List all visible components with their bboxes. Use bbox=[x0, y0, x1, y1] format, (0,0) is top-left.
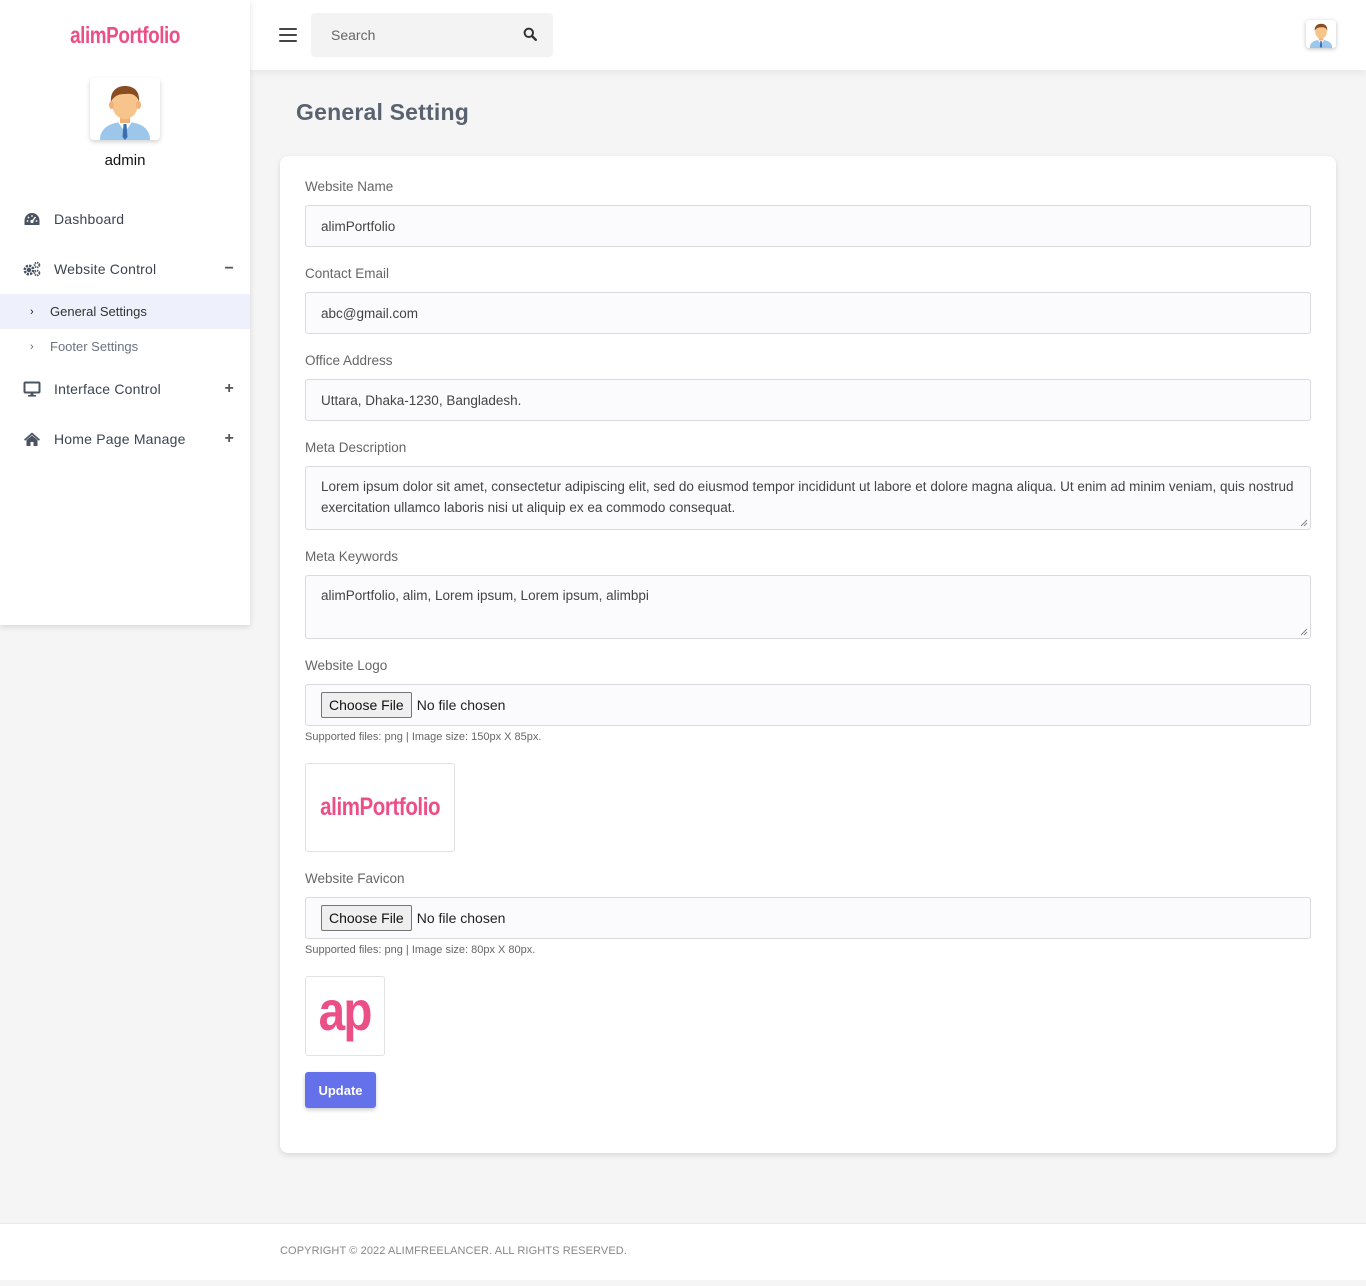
website-name-input[interactable]: alimPortfolio bbox=[305, 205, 1311, 247]
sidebar-item-label: Interface Control bbox=[54, 381, 161, 397]
cogs-icon bbox=[22, 260, 42, 278]
menu-icon[interactable] bbox=[279, 28, 297, 42]
sidebar-item-website-control[interactable]: Website Control − bbox=[0, 244, 250, 294]
resize-handle-icon[interactable] bbox=[1300, 519, 1308, 527]
favicon-file-status: No file chosen bbox=[416, 910, 506, 926]
monitor-icon bbox=[22, 380, 42, 398]
website-logo-file-input[interactable]: Choose File No file chosen bbox=[305, 684, 1311, 726]
update-button[interactable]: Update bbox=[305, 1072, 376, 1108]
meta-keywords-value: alimPortfolio, alim, Lorem ipsum, Lorem … bbox=[321, 588, 649, 603]
sidebar-item-label: Website Control bbox=[54, 261, 157, 277]
website-logo-label: Website Logo bbox=[305, 658, 388, 673]
search-icon[interactable] bbox=[523, 27, 539, 43]
resize-handle-icon[interactable] bbox=[1300, 628, 1308, 636]
home-icon bbox=[22, 430, 42, 448]
website-favicon-label: Website Favicon bbox=[305, 871, 405, 886]
sidebar-item-home-page-manage[interactable]: Home Page Manage + bbox=[0, 414, 250, 464]
sidebar-item-interface-control[interactable]: Interface Control + bbox=[0, 364, 250, 414]
sidebar-item-dashboard[interactable]: Dashboard bbox=[0, 194, 250, 244]
office-address-input[interactable]: Uttara, Dhaka-1230, Bangladesh. bbox=[305, 379, 1311, 421]
user-avatar-icon bbox=[1309, 23, 1333, 48]
meta-description-value: Lorem ipsum dolor sit amet, consectetur … bbox=[321, 479, 1294, 515]
favicon-preview: ap bbox=[305, 976, 385, 1056]
sidebar-subitem-label: Footer Settings bbox=[50, 339, 139, 354]
meta-keywords-label: Meta Keywords bbox=[305, 549, 399, 564]
meta-keywords-textarea[interactable]: alimPortfolio, alim, Lorem ipsum, Lorem … bbox=[305, 575, 1311, 639]
collapse-icon[interactable]: − bbox=[224, 260, 234, 278]
meta-description-textarea[interactable]: Lorem ipsum dolor sit amet, consectetur … bbox=[305, 466, 1311, 530]
dashboard-icon bbox=[22, 210, 42, 228]
page-title: General Setting bbox=[296, 99, 469, 125]
sidebar-item-label: Home Page Manage bbox=[54, 431, 186, 447]
sidebar-profile: admin bbox=[0, 78, 250, 169]
website-name-label: Website Name bbox=[305, 179, 394, 194]
website-favicon-file-input[interactable]: Choose File No file chosen bbox=[305, 897, 1311, 939]
sidebar-subitem-general-settings[interactable]: › General Settings bbox=[0, 294, 250, 329]
office-address-label: Office Address bbox=[305, 353, 393, 368]
footer: COPYRIGHT © 2022 ALIMFREELANCER. ALL RIG… bbox=[0, 1223, 1366, 1280]
sidebar-subitem-footer-settings[interactable]: › Footer Settings bbox=[0, 329, 250, 364]
chevron-right-icon: › bbox=[30, 305, 34, 318]
copyright-text: COPYRIGHT © 2022 ALIMFREELANCER. ALL RIG… bbox=[280, 1245, 627, 1257]
contact-email-input[interactable]: abc@gmail.com bbox=[305, 292, 1311, 334]
sidebar-item-label: Dashboard bbox=[54, 211, 125, 227]
logo-file-status: No file chosen bbox=[416, 697, 506, 713]
search-box bbox=[311, 13, 553, 57]
sidebar: alimPortfolio admin Dashboard Website Co… bbox=[0, 0, 250, 625]
chevron-right-icon: › bbox=[30, 340, 34, 353]
contact-email-label: Contact Email bbox=[305, 266, 390, 281]
profile-name: admin bbox=[104, 152, 146, 169]
brand-name: alimPortfolio bbox=[70, 21, 180, 48]
brand-logo[interactable]: alimPortfolio bbox=[0, 0, 250, 70]
favicon-preview-text: ap bbox=[318, 979, 373, 1042]
logo-hint: Supported files: png | Image size: 150px… bbox=[305, 731, 542, 743]
user-avatar-button[interactable] bbox=[1306, 20, 1336, 48]
search-input[interactable] bbox=[311, 13, 511, 57]
sidebar-nav: Dashboard Website Control − › General Se… bbox=[0, 194, 250, 464]
expand-icon[interactable]: + bbox=[224, 430, 234, 448]
avatar bbox=[90, 78, 160, 140]
logo-preview-text: alimPortfolio bbox=[320, 793, 440, 821]
meta-description-label: Meta Description bbox=[305, 440, 407, 455]
expand-icon[interactable]: + bbox=[224, 380, 234, 398]
sidebar-subitem-label: General Settings bbox=[50, 304, 147, 319]
user-avatar-icon bbox=[100, 86, 150, 140]
favicon-hint: Supported files: png | Image size: 80px … bbox=[305, 944, 536, 956]
choose-logo-button[interactable]: Choose File bbox=[321, 692, 412, 718]
general-settings-form: Website Name alimPortfolio Contact Email… bbox=[280, 156, 1336, 1153]
choose-favicon-button[interactable]: Choose File bbox=[321, 905, 412, 931]
topbar bbox=[250, 0, 1366, 70]
logo-preview: alimPortfolio bbox=[305, 763, 455, 852]
